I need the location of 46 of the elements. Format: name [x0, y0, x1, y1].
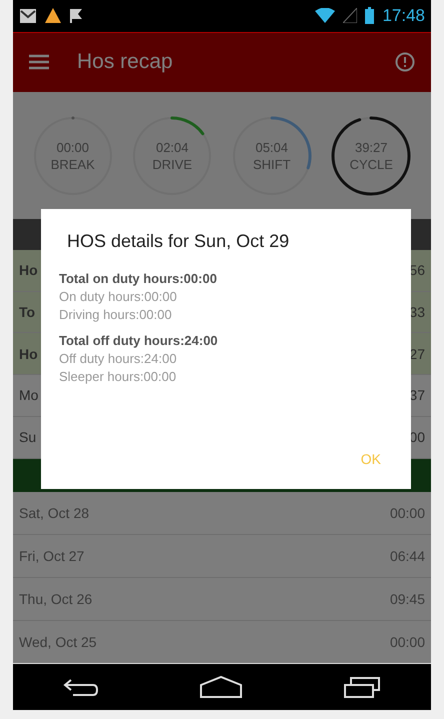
day-row[interactable]: Wed, Oct 25 00:00 [13, 621, 431, 664]
section-heading: Total off duty hours:24:00 [59, 332, 219, 350]
row-label: Mo [19, 387, 38, 404]
home-icon[interactable] [199, 675, 243, 700]
detail-line: On duty hours:00:00 [59, 288, 178, 306]
info-icon[interactable] [395, 52, 415, 72]
wifi-icon [315, 8, 336, 24]
screen-title: Hos recap [77, 50, 174, 74]
flag-icon [69, 8, 83, 24]
row-label: Fri, Oct 27 [19, 548, 84, 564]
gauge-label: SHIFT [252, 156, 291, 173]
back-icon[interactable] [63, 677, 99, 698]
mail-icon [19, 8, 37, 24]
battery-icon [365, 7, 374, 24]
gauge-value: 00:00 [56, 138, 90, 156]
row-label: To [19, 304, 36, 320]
row-value: 00:00 [390, 634, 425, 650]
gauge-label: CYCLE [350, 156, 393, 173]
row-label: Sat, Oct 28 [19, 505, 90, 522]
row-label: Su [19, 429, 36, 446]
dialog-title: HOS details for Sun, Oct 29 [67, 231, 290, 252]
clock-time: 17:48 [382, 6, 425, 26]
gauge-value: 02:04 [156, 138, 189, 156]
gauge-label: DRIVE [152, 156, 192, 173]
detail-line: Sleeper hours:00:00 [59, 368, 178, 386]
day-row[interactable]: Thu, Oct 26 09:45 [13, 578, 431, 622]
detail-line: Driving hours:00:00 [59, 306, 173, 324]
section-heading: Total on duty hours:00:00 [59, 270, 218, 288]
warning-icon [45, 8, 61, 24]
row-value: 09:45 [390, 591, 425, 608]
row-label: Ho [19, 346, 38, 362]
gauge-value: 39:27 [354, 138, 388, 156]
day-row[interactable]: Fri, Oct 27 06:44 [13, 535, 431, 578]
row-value: 00:00 [390, 505, 425, 522]
menu-icon[interactable] [29, 54, 49, 70]
row-label: Wed, Oct 25 [19, 634, 97, 650]
recent-apps-icon[interactable] [343, 675, 381, 700]
row-label: Ho [19, 262, 38, 278]
signal-icon [343, 8, 358, 24]
row-label: Thu, Oct 26 [19, 591, 92, 608]
ok-button[interactable]: OK [348, 445, 393, 473]
day-row[interactable]: Sat, Oct 28 00:00 [13, 492, 431, 536]
gauge-value: 05:04 [255, 138, 288, 156]
detail-line: Off duty hours:24:00 [59, 350, 178, 368]
gauge-label: BREAK [50, 156, 95, 173]
row-value: 06:44 [390, 548, 425, 564]
